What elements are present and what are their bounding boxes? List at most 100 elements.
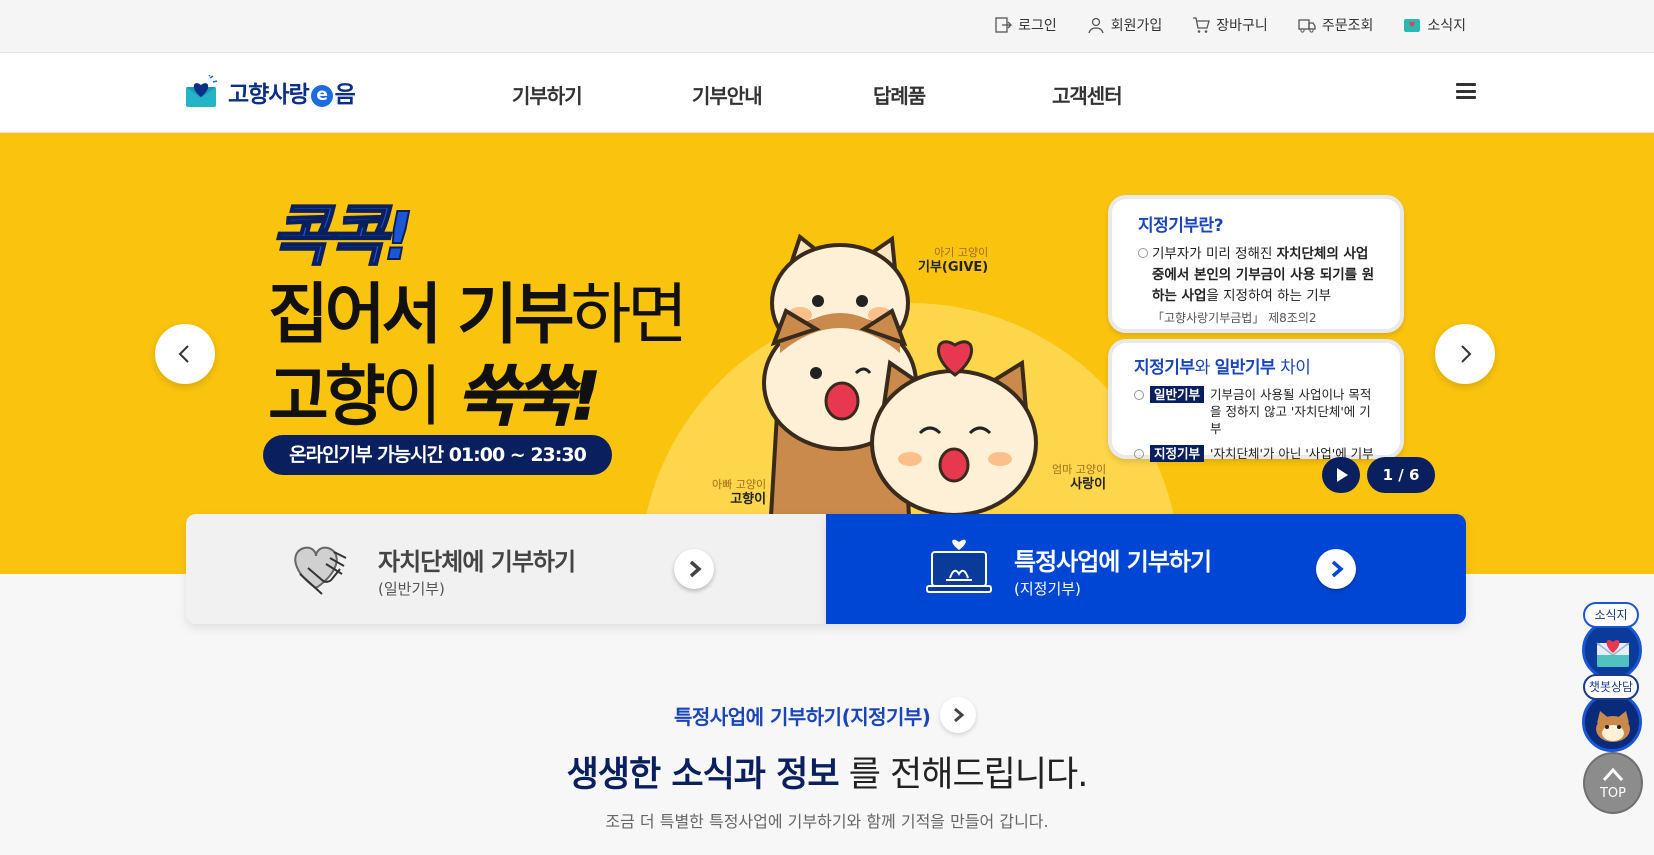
difference-card-title: 지정기부와 일반기부 차이	[1134, 353, 1378, 378]
floating-chatbot-button[interactable]: 챗봇상담	[1582, 674, 1644, 754]
hero-line-2-bold: 고향	[268, 358, 385, 435]
cart-icon	[1193, 17, 1211, 33]
signup-label: 회원가입	[1110, 18, 1163, 34]
hero-line-2-light: 이	[381, 358, 442, 435]
section-title-rest: 를 전해드립니다.	[848, 755, 1089, 795]
designated-card-text-2: 을 지정하여 하는 기부	[1206, 288, 1332, 304]
logo-icon	[186, 75, 218, 107]
prev-slide-button[interactable]	[155, 324, 215, 384]
specific-donation-go-button[interactable]	[1316, 549, 1356, 589]
baby-cat-name: 기부(GIVE)	[918, 260, 989, 276]
floating-newsletter-disc	[1582, 620, 1642, 680]
baby-cat-label: 아기 고양이 기부(GIVE)	[918, 246, 988, 277]
cart-link[interactable]: 장바구니	[1192, 15, 1268, 35]
general-donation-tag: 일반기부	[1150, 386, 1205, 403]
utility-links: 로그인 회원가입 장바구니 주문조회 소식지	[994, 15, 1466, 35]
cart-label: 장바구니	[1216, 18, 1268, 34]
general-donation-go-button[interactable]	[674, 549, 714, 589]
chevron-right-icon	[689, 560, 702, 578]
newsletter-link[interactable]: 소식지	[1403, 15, 1466, 35]
login-link[interactable]: 로그인	[994, 15, 1057, 35]
truck-icon	[1298, 19, 1316, 33]
check-icon	[1134, 449, 1144, 459]
site-logo[interactable]: 고향사랑 e 음	[184, 75, 356, 109]
login-label: 로그인	[1018, 18, 1057, 34]
section-link-label: 특정사업에 기부하기(지정기부)	[674, 704, 931, 729]
floating-chatbot-label: 챗봇상담	[1583, 674, 1639, 700]
chevron-right-icon	[1461, 345, 1472, 363]
designated-card-text-1: 기부자가 미리 정해진	[1152, 246, 1277, 262]
general-donation-title: 자치단체에 기부하기	[378, 548, 576, 576]
specific-donation-section-link[interactable]: 특정사업에 기부하기(지정기부)	[674, 697, 977, 733]
designated-card-title: 지정기부란?	[1138, 216, 1224, 236]
utility-bar: 로그인 회원가입 장바구니 주문조회 소식지	[0, 0, 1654, 53]
newsletter-icon	[1404, 19, 1421, 32]
hero-line-1-bold: 집어서 기부	[268, 276, 575, 353]
donation-difference-card: 지정기부와 일반기부 차이 일반기부 기부금이 사용될 사업이나 목적을 정하지 …	[1108, 339, 1404, 462]
chevron-left-icon	[178, 345, 189, 363]
dad-cat-name: 고향이	[730, 492, 767, 508]
hero-line-1-light: 하면	[570, 276, 688, 353]
signup-link[interactable]: 회원가입	[1087, 15, 1163, 35]
floating-chatbot-disc	[1582, 692, 1642, 752]
general-donation-subtitle: (일반기부)	[378, 580, 445, 598]
chevron-right-icon	[954, 707, 965, 723]
hero-banner: 콕콕! 집어서 기부하면 고향이 쑥쑥! 온라인기부 가능시간 01:00 ~ …	[0, 133, 1654, 574]
menu-gifts[interactable]: 답례품	[873, 80, 926, 109]
newsletter-label: 소식지	[1427, 18, 1466, 34]
next-slide-button[interactable]	[1435, 324, 1495, 384]
section-title-bold: 생생한 소식과 정보	[566, 755, 840, 795]
menu-support[interactable]: 고객센터	[1052, 80, 1123, 109]
difference-title-b2: 일반기부	[1214, 358, 1276, 378]
logo-part1: 고향사랑	[228, 82, 310, 108]
heart-hands-icon	[294, 546, 347, 595]
specific-donation-title: 특정사업에 기부하기	[1014, 548, 1212, 576]
general-donation-panel[interactable]: 자치단체에 기부하기 (일반기부)	[186, 514, 826, 624]
check-icon	[1134, 390, 1144, 400]
section-link-arrow	[940, 697, 977, 733]
slide-counter: 1 / 6	[1367, 457, 1435, 493]
chevron-right-icon	[1331, 560, 1344, 578]
baby-cat-role: 아기 고양이	[934, 246, 989, 259]
scroll-top-button[interactable]: TOP	[1583, 752, 1643, 814]
login-icon	[995, 17, 1013, 33]
designated-card-body: 기부자가 미리 정해진 자치단체의 사업 중에서 본인의 기부금이 사용 되기를…	[1138, 244, 1378, 307]
newsletter-icon	[1596, 640, 1630, 667]
floating-newsletter-label: 소식지	[1583, 602, 1639, 628]
section-title: 생생한 소식과 정보 를 전해드립니다.	[0, 746, 1654, 797]
menu-donate[interactable]: 기부하기	[512, 80, 583, 109]
general-donation-text: 기부금이 사용될 사업이나 목적을 정하지 않고 '자치단체'에 기부	[1210, 387, 1372, 436]
order-lookup-label: 주문조회	[1321, 18, 1374, 34]
specific-donation-panel[interactable]: 특정사업에 기부하기 (지정기부)	[826, 514, 1466, 624]
donation-hours-badge: 온라인기부 가능시간 01:00 ~ 23:30	[263, 435, 612, 475]
logo-e: e	[310, 85, 333, 107]
dad-cat-role: 아빠 고양이	[712, 478, 767, 491]
slide-play-button[interactable]	[1322, 457, 1360, 493]
scroll-top-label: TOP	[1599, 786, 1626, 801]
user-icon	[1088, 17, 1104, 34]
order-lookup-link[interactable]: 주문조회	[1298, 15, 1374, 35]
mom-cat-role: 엄마 고양이	[1052, 463, 1107, 476]
chevron-up-icon	[1602, 767, 1624, 782]
check-icon	[1138, 248, 1148, 258]
chatbot-cat-icon	[1596, 711, 1630, 742]
logo-part2: 음	[334, 82, 356, 108]
floating-newsletter-button[interactable]: 소식지	[1582, 602, 1644, 682]
designated-card-citation: 「고향사랑기부금법」 제8조의2	[1152, 311, 1317, 325]
mom-cat	[870, 340, 1038, 517]
specific-donation-subtitle: (지정기부)	[1014, 580, 1081, 598]
mom-cat-name: 사랑이	[1070, 477, 1107, 493]
hero-line-2-ital: 쑥쑥!	[456, 357, 601, 436]
designated-donation-card: 지정기부란? 기부자가 미리 정해진 자치단체의 사업 중에서 본인의 기부금이…	[1108, 195, 1404, 333]
hamburger-menu-icon[interactable]	[1456, 83, 1476, 99]
difference-title-n1: 와	[1194, 358, 1215, 378]
difference-title-n2: 차이	[1275, 358, 1311, 378]
main-navigation: 고향사랑 e 음 기부하기 기부안내 답례품 고객센터	[0, 53, 1654, 133]
mom-cat-label: 엄마 고양이 사랑이	[1052, 463, 1106, 494]
difference-title-b1: 지정기부	[1134, 358, 1195, 378]
laptop-project-icon	[926, 539, 992, 593]
menu-guide[interactable]: 기부안내	[692, 80, 763, 109]
designated-donation-tag: 지정기부	[1150, 445, 1205, 462]
dad-cat-label: 아빠 고양이 고향이	[712, 478, 766, 509]
section-description: 조금 더 특별한 특정사업에 기부하기와 함께 기적을 만들어 갑니다.	[605, 812, 1049, 831]
